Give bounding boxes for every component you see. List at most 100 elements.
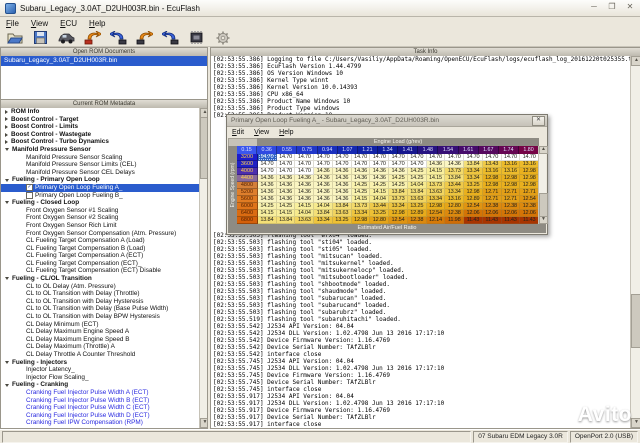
row-header[interactable]: 5600 [237, 196, 258, 203]
table-cell[interactable]: 14.70 [295, 154, 314, 161]
column-header[interactable]: 0.15 [237, 146, 257, 154]
table-cell[interactable]: 14.25 [408, 168, 427, 175]
table-cell[interactable]: 14.70 [314, 154, 333, 161]
menu-view[interactable]: View [249, 129, 274, 136]
column-header[interactable]: 1.41 [398, 146, 418, 154]
table-cell[interactable]: 14.70 [502, 154, 521, 161]
table-cell[interactable]: 14.70 [408, 161, 427, 168]
tree-item[interactable]: CL Fueling Target Compensation B (Load) [1, 245, 199, 253]
tree-item[interactable]: CL to OL Delay (Atm. Pressure) [1, 283, 199, 291]
expander-icon[interactable] [5, 148, 9, 151]
tree-item[interactable]: Fueling - Primary Open Loop [1, 176, 199, 184]
table-cell[interactable]: 12.06 [464, 210, 483, 217]
table-cell[interactable]: 12.71 [502, 196, 521, 203]
table-cell[interactable]: 13.63 [408, 196, 427, 203]
table-cell[interactable]: 12.38 [520, 203, 539, 210]
table-cell[interactable]: 14.36 [445, 161, 464, 168]
table-cell[interactable]: 14.70 [389, 161, 408, 168]
table-cell[interactable]: 14.36 [370, 175, 389, 182]
table-cell[interactable]: 12.54 [520, 196, 539, 203]
column-header[interactable]: 0.55 [277, 146, 297, 154]
tree-item[interactable]: Fueling - Closed Loop [1, 199, 199, 207]
table-cell[interactable]: 14.70 [277, 168, 296, 175]
rom-document-item[interactable]: Subaru_Legacy_3.0AT_D2UH003R.bin [1, 56, 207, 66]
scroll-down-icon[interactable]: ▼ [539, 216, 548, 224]
tree-item[interactable]: Boost Control - Target [1, 116, 199, 124]
table-cell[interactable]: 11.43 [464, 217, 483, 224]
table-cell[interactable]: 13.25 [408, 203, 427, 210]
table-cell[interactable]: 14.15 [258, 210, 277, 217]
table-cell[interactable]: 13.73 [352, 203, 371, 210]
column-header[interactable]: 1.21 [358, 146, 378, 154]
table-cell[interactable]: 14.36 [277, 182, 296, 189]
tree-item[interactable]: Cranking Fuel Injector Pulse Width C (EC… [1, 404, 199, 412]
table-cell[interactable]: 12.71 [520, 189, 539, 196]
tree-item[interactable]: Boost Control - Turbo Dynamics [1, 138, 199, 146]
table-cell[interactable]: 12.98 [520, 182, 539, 189]
tree-item[interactable]: CL to OL Transition with Delay Hysteresi… [1, 298, 199, 306]
table-cell[interactable]: 14.36 [295, 189, 314, 196]
fuel-table-title-bar[interactable]: Primary Open Loop Fueling A_ - Subaru_Le… [227, 115, 547, 127]
table-cell[interactable]: 12.98 [464, 189, 483, 196]
tree-item[interactable]: CL to OL Transition with Delay BPW Hyste… [1, 313, 199, 321]
table-cell[interactable]: 12.38 [408, 217, 427, 224]
tree-item[interactable]: Fueling - Cranking [1, 381, 199, 389]
tree-item[interactable]: ROM Info [1, 108, 199, 116]
table-cell[interactable]: 12.98 [427, 203, 446, 210]
scroll-up-icon[interactable]: ▲ [539, 146, 548, 154]
table-cell[interactable]: 14.36 [314, 168, 333, 175]
table-cell[interactable]: 12.80 [370, 217, 389, 224]
table-cell[interactable]: 14.15 [370, 189, 389, 196]
table-cell[interactable]: 14.36 [370, 168, 389, 175]
table-cell[interactable]: 13.34 [445, 189, 464, 196]
column-header[interactable]: 1.67 [479, 146, 499, 154]
scroll-down-icon[interactable]: ▼ [200, 418, 208, 428]
tree-item[interactable]: Front Oxygen Sensor Rich Limit [1, 222, 199, 230]
menu-file[interactable]: File [0, 18, 25, 29]
table-cell[interactable]: 14.36 [333, 189, 352, 196]
table-cell[interactable]: 14.25 [258, 203, 277, 210]
table-cell[interactable]: 13.16 [502, 168, 521, 175]
row-header[interactable]: 4800 [237, 182, 258, 189]
expander-icon[interactable] [5, 179, 9, 182]
table-cell[interactable]: 14.70 [295, 168, 314, 175]
table-cell[interactable]: 14.70 [352, 154, 371, 161]
table-cell[interactable]: 12.06 [502, 210, 521, 217]
table-cell[interactable]: 13.16 [520, 161, 539, 168]
table-cell[interactable]: 13.84 [333, 203, 352, 210]
menu-ecu[interactable]: ECU [54, 18, 83, 29]
table-cell[interactable]: 12.89 [408, 210, 427, 217]
table-cell[interactable]: 13.34 [352, 210, 371, 217]
table-cell[interactable]: 14.70 [370, 161, 389, 168]
scroll-down-icon[interactable]: ▼ [631, 418, 640, 428]
table-cell[interactable]: 14.25 [352, 182, 371, 189]
table-cell[interactable]: 13.34 [464, 168, 483, 175]
table-cell[interactable]: 14.70 [464, 154, 483, 161]
expander-icon[interactable] [5, 277, 9, 280]
table-cell[interactable]: 12.54 [464, 203, 483, 210]
tree-item[interactable]: Cranking Fuel Injector Pulse Width A (EC… [1, 389, 199, 397]
expander-icon[interactable] [5, 125, 8, 129]
tree-item[interactable]: Injector Latency_ [1, 366, 199, 374]
tree-item[interactable]: Front Oxygen Sensor #2 Scaling [1, 214, 199, 222]
table-cell[interactable]: 12.54 [427, 210, 446, 217]
table-cell[interactable]: 14.36 [389, 168, 408, 175]
close-icon[interactable]: ✕ [532, 116, 545, 126]
read-rom-alt-button[interactable] [162, 31, 179, 45]
table-cell[interactable]: 14.04 [314, 203, 333, 210]
table-cell[interactable]: 12.71 [483, 196, 502, 203]
table-cell[interactable]: 13.84 [277, 217, 296, 224]
table-cell[interactable]: 14.70 [258, 168, 277, 175]
tree-item[interactable]: CL to OL Transition with Delay (Throttle… [1, 290, 199, 298]
scroll-up-icon[interactable]: ▲ [631, 56, 640, 66]
table-cell[interactable]: 12.38 [483, 203, 502, 210]
expander-icon[interactable] [5, 110, 8, 114]
close-button[interactable]: ✕ [624, 2, 636, 11]
table-checkbox[interactable] [26, 192, 33, 199]
tree-item[interactable]: Fueling - CL/OL Transition [1, 275, 199, 283]
table-cell[interactable]: 14.70 [427, 154, 446, 161]
menu-edit[interactable]: Edit [227, 129, 249, 136]
expander-icon[interactable] [5, 117, 8, 121]
column-header[interactable]: 1.48 [418, 146, 438, 154]
tree-item[interactable]: ✓Primary Open Loop Fueling A_ [1, 184, 199, 192]
